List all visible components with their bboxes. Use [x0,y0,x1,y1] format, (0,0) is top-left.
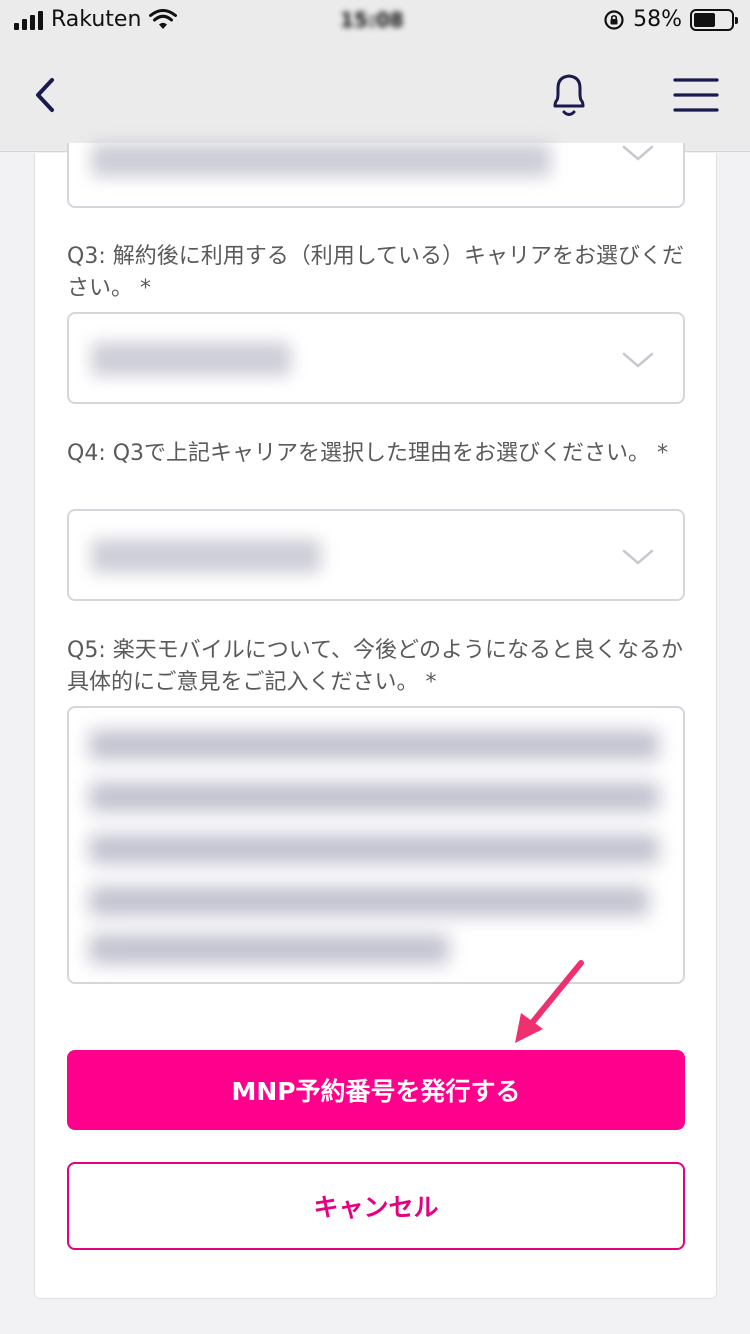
q5-text-redacted-line [89,782,659,812]
chevron-down-icon [622,549,654,565]
chevron-down-icon [622,352,654,368]
q5-text-redacted-line [89,730,659,760]
survey-form-card: Q3: 解約後に利用する（利用している）キャリアをお選びください。 * Q4: … [34,143,717,1299]
status-right: 58% [603,7,738,32]
battery-percent: 58% [633,7,682,32]
chevron-down-icon [622,145,654,161]
status-left: Rakuten [14,7,178,32]
q5-text-redacted-line [89,886,649,916]
q4-selected-value-redacted [91,539,321,573]
issue-mnp-number-button[interactable]: MNP予約番号を発行する [67,1050,685,1130]
q5-text-redacted-line [89,834,659,864]
orientation-lock-icon [604,9,624,30]
wifi-icon [149,8,178,29]
annotation-arrow-icon [515,960,584,1043]
carrier-name: Rakuten [51,7,142,32]
q4-select[interactable] [67,509,685,601]
q2-selected-value-redacted [91,143,551,177]
q3-selected-value-redacted [91,342,291,376]
cancel-button[interactable]: キャンセル [67,1162,685,1250]
battery-icon [690,8,738,31]
status-bar: Rakuten 15:08 58% [0,0,750,40]
bell-icon[interactable] [546,68,592,122]
battery-fill [694,12,715,27]
q5-label: Q5: 楽天モバイルについて、今後どのようになると良くなるか具体的にご意見をご記… [67,638,683,695]
q5-text-redacted-line [89,934,449,964]
signal-strength-icon [14,10,43,30]
hamburger-menu-icon[interactable] [672,74,720,116]
q5-textarea[interactable] [67,706,685,984]
q3-label: Q3: 解約後に利用する（利用している）キャリアをお選びください。 * [67,244,685,301]
chevron-left-icon[interactable] [26,70,66,120]
status-time: 15:08 [340,8,404,32]
q3-select[interactable] [67,312,685,404]
q4-label: Q4: Q3で上記キャリアを選択した理由をお選びください。 * [67,441,669,466]
q2-select[interactable] [67,143,685,208]
nav-bar [0,40,750,152]
